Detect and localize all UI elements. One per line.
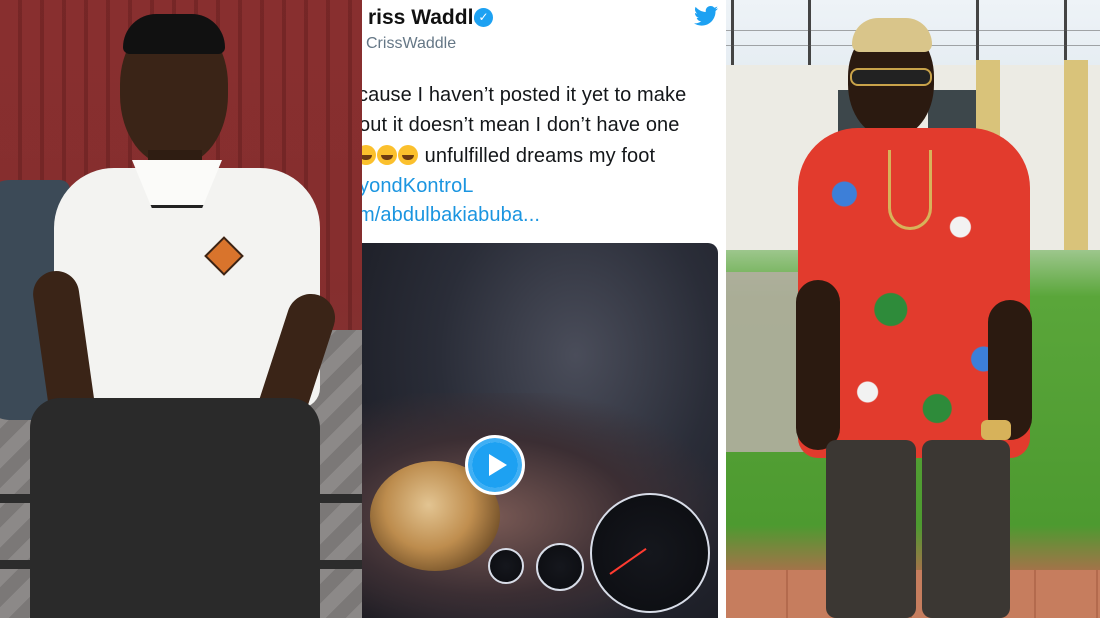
tweet-url-link[interactable]: m/abdulbakiabuba... [362,204,540,227]
tweet-video-player[interactable] [362,243,718,618]
gold-wristwatch [981,420,1011,440]
laughing-emoji-icon [362,145,376,165]
verified-badge-icon: ✓ [474,8,493,27]
hair [123,14,225,54]
man-in-white-polo [0,0,362,618]
man-in-floral-shirt [726,0,1100,618]
twitter-bird-icon[interactable] [694,6,718,26]
small-gauge [488,548,524,584]
left-photo [0,0,362,618]
ripped-jeans-left-leg [826,440,916,618]
tweet-text-line: out it doesn’t mean I don’t have one [362,114,680,136]
dark-trousers [30,398,320,618]
tweet-text-fragment: unfulfilled dreams my foot [424,145,656,167]
left-arm [796,280,840,450]
play-button[interactable] [465,435,525,495]
tweet-author-name[interactable]: riss Waddle [368,6,485,30]
small-gauge [536,543,584,591]
tweet-text-line: cause I haven’t posted it yet to make [362,84,687,106]
right-arm [988,300,1032,440]
tweet-hashtag-link[interactable]: yondKontroL [362,175,474,198]
laughing-emoji-icon [377,145,397,165]
play-icon [489,454,507,476]
gold-chain-necklace [888,150,932,230]
sunglasses [850,68,932,86]
laughing-emoji-icon [398,145,418,165]
speedometer-gauge [590,493,710,613]
blonde-hair [852,18,932,52]
tweet-card: riss Waddle ✓ CrissWaddle cause I haven’… [362,0,726,618]
ripped-jeans-right-leg [922,440,1010,618]
right-photo [726,0,1100,618]
tweet-author-handle[interactable]: CrissWaddle [366,35,456,53]
tweet-text-line-with-emoji: unfulfilled dreams my foot [362,145,655,168]
